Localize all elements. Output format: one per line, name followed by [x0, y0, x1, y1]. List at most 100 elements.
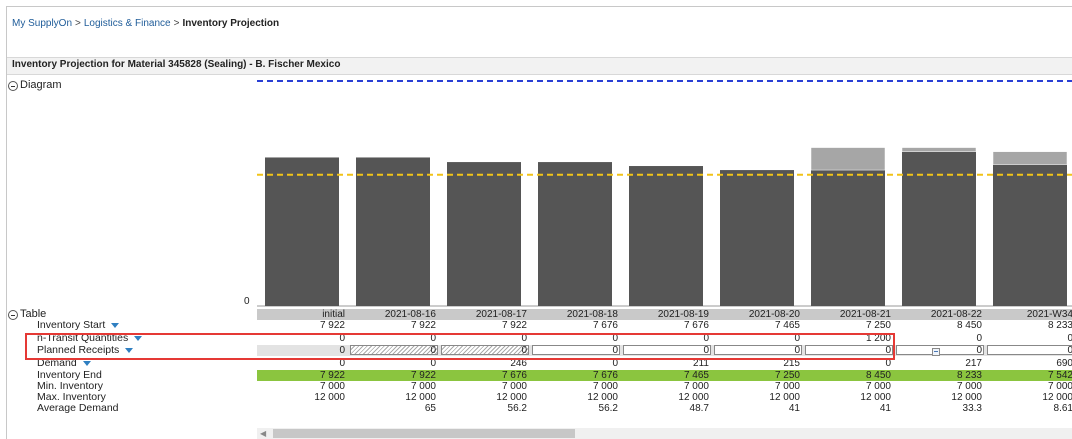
breadcrumb-separator: > — [75, 18, 81, 29]
table-cell: 7 250 — [774, 370, 800, 381]
bar-2021-08-22-s1 — [901, 147, 977, 152]
dropdown-arrow-icon[interactable] — [134, 335, 143, 341]
column-header: 2021-08-22 — [930, 309, 982, 320]
table-cell: 7 000 — [956, 381, 982, 392]
breadcrumb-current: Inventory Projection — [182, 18, 280, 29]
column-header: initial — [322, 309, 345, 320]
bar-2021-08-19-s0 — [629, 166, 703, 306]
table-cell: 7 000 — [683, 381, 709, 392]
dropdown-arrow-icon[interactable] — [111, 322, 120, 328]
scroll-left-arrow-icon[interactable]: ◀ — [260, 429, 266, 438]
column-header: 2021-08-16 — [384, 309, 436, 320]
table-cell: 8 233 — [956, 370, 982, 381]
horizontal-scrollbar[interactable]: ◀ — [257, 428, 1072, 439]
table-cell: 0 — [1067, 333, 1072, 344]
column-header: 2021-08-17 — [475, 309, 527, 320]
collapse-diagram-icon[interactable] — [8, 81, 18, 91]
table-cell: 7 000 — [774, 381, 800, 392]
column-header: 2021-08-20 — [748, 309, 800, 320]
table-cell: 12 000 — [496, 392, 527, 403]
table-cell: 0 — [430, 333, 436, 344]
dropdown-arrow-icon[interactable] — [82, 360, 91, 366]
table-cell: 7 922 — [501, 320, 527, 331]
table-cell: 7 922 — [319, 320, 345, 331]
table-cell: 7 922 — [319, 370, 345, 381]
table-cell: 7 676 — [683, 320, 709, 331]
table-cell: 0 — [430, 358, 436, 369]
table-cell: 7 465 — [774, 320, 800, 331]
collapse-table-icon[interactable] — [8, 310, 18, 320]
table-cell: 0 — [339, 345, 345, 356]
breadcrumb: My SupplyOn > Logistics & Finance > Inventor… — [12, 18, 279, 29]
column-header: 2021-08-18 — [566, 309, 618, 320]
table-cell: 7 676 — [592, 370, 618, 381]
row-label: Planned Receipts — [37, 345, 134, 356]
column-header: 2021-08-19 — [657, 309, 709, 320]
table-cell: 7 000 — [410, 381, 436, 392]
table-cell: 12 000 — [860, 392, 891, 403]
dropdown-arrow-icon[interactable] — [125, 347, 134, 353]
row-label: Average Demand — [37, 402, 119, 414]
table-cell: 12 000 — [587, 392, 618, 403]
table-cell: 12 000 — [769, 392, 800, 403]
table-cell: 0 — [339, 333, 345, 344]
table-cell: 7 000 — [1047, 381, 1072, 392]
table-cell: 0 — [794, 333, 800, 344]
table-cell: 7 000 — [501, 381, 527, 392]
table-cell: 8 450 — [865, 370, 891, 381]
table-cell: 0 — [612, 333, 618, 344]
diagram-section-label: Diagram — [20, 79, 62, 91]
table-cell: 12 000 — [678, 392, 709, 403]
table-cell: 7 922 — [410, 320, 436, 331]
table-cell[interactable]: 0 — [348, 345, 439, 356]
table-cell: 215 — [783, 358, 800, 369]
table-cell: 8 450 — [956, 320, 982, 331]
table-cell: 0 — [703, 333, 709, 344]
table-cell: 12 000 — [951, 392, 982, 403]
table-cell: 0 — [612, 358, 618, 369]
bar-2021-08-16-s0 — [356, 157, 430, 306]
breadcrumb-link-logistics[interactable]: Logistics & Finance — [84, 18, 171, 29]
table-cell[interactable]: 0 — [985, 345, 1072, 356]
table-cell: 12 000 — [405, 392, 436, 403]
table-cell: 0 — [339, 358, 345, 369]
table-cell: 56.2 — [598, 403, 618, 414]
bar-2021-08-21-s0 — [811, 170, 885, 306]
table-cell: 48.7 — [689, 403, 709, 414]
table-cell: 7 000 — [865, 381, 891, 392]
table-cell: 33.3 — [962, 403, 982, 414]
y-axis-zero-tick: 0 — [244, 296, 250, 307]
table-cell: 7 922 — [410, 370, 436, 381]
row-label: Inventory Start — [37, 320, 120, 331]
table-cell: 0 — [521, 333, 527, 344]
bar-2021-W34-s0 — [993, 164, 1067, 306]
table-cell: 8.61 — [1053, 403, 1072, 414]
table-cell: 65 — [424, 403, 436, 414]
table-cell[interactable]: 0 — [621, 345, 712, 356]
table-cell: 12 000 — [1042, 392, 1072, 403]
table-cell[interactable]: 0 — [439, 345, 530, 356]
table-cell[interactable]: 0 — [803, 345, 894, 356]
bar-2021-08-17-s0 — [447, 162, 521, 306]
table-cell: 0 — [976, 333, 982, 344]
table-cell: 41 — [879, 403, 891, 414]
table-cell: 41 — [788, 403, 800, 414]
bar-2021-W34-s1 — [992, 151, 1068, 165]
table-cell: 690 — [1056, 358, 1072, 369]
calendar-icon[interactable] — [932, 348, 940, 356]
table-cell: 7 000 — [592, 381, 618, 392]
table-cell: 1 200 — [865, 333, 891, 344]
column-header: 2021-08-21 — [839, 309, 891, 320]
breadcrumb-link-mysupplyon[interactable]: My SupplyOn — [12, 18, 72, 29]
table-cell: 7 250 — [865, 320, 891, 331]
table-cell: 7 000 — [319, 381, 345, 392]
inventory-chart — [257, 80, 1072, 307]
table-cell[interactable]: 0 — [712, 345, 803, 356]
table-cell: 7 542 — [1047, 370, 1072, 381]
table-cell: 7 676 — [592, 320, 618, 331]
bar-2021-08-21-s1 — [810, 147, 886, 171]
scrollbar-thumb[interactable] — [273, 429, 575, 438]
column-header: 2021-W34 — [1026, 309, 1072, 320]
table-cell[interactable]: 0 — [530, 345, 621, 356]
table-cell: 7 465 — [683, 370, 709, 381]
